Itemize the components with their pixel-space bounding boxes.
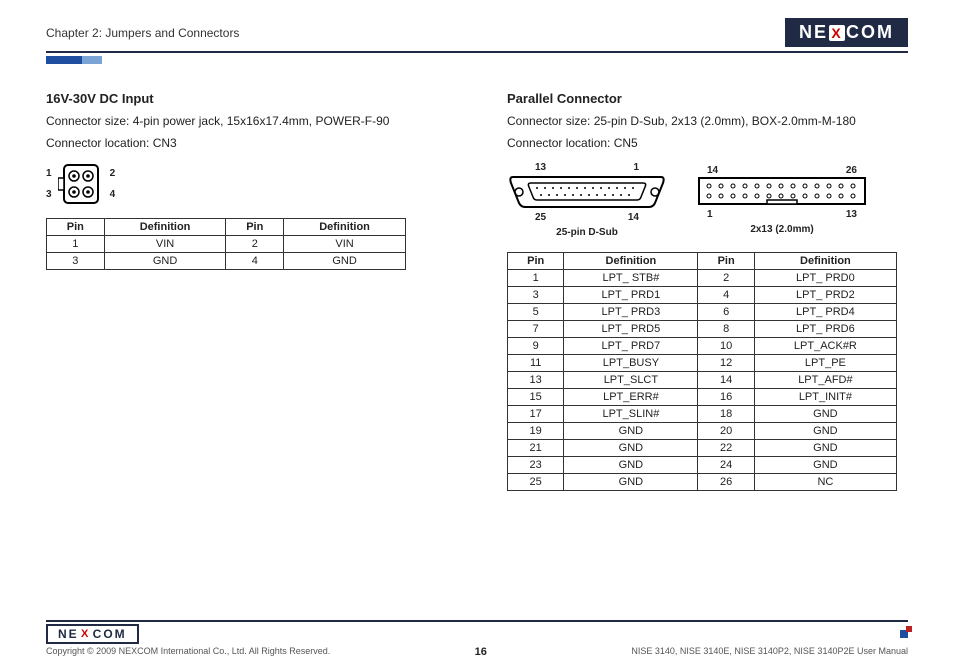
power-pin-label: 4 xyxy=(110,189,116,200)
table-row: 9LPT_ PRD710LPT_ACK#R xyxy=(508,338,897,355)
table-row: 5LPT_ PRD36LPT_ PRD4 xyxy=(508,304,897,321)
th-def: Definition xyxy=(284,219,406,236)
doc-title: NISE 3140, NISE 3140E, NISE 3140P2, NISE… xyxy=(631,646,908,658)
table-row: 1LPT_ STB#2LPT_ PRD0 xyxy=(508,270,897,287)
table-row: 21GND22GND xyxy=(508,440,897,457)
logo-text-left: NE xyxy=(799,22,828,43)
table-row: 1 VIN 2 VIN xyxy=(47,236,406,253)
dc-input-table: Pin Definition Pin Definition 1 VIN 2 VI… xyxy=(46,218,406,270)
dc-input-size: Connector size: 4-pin power jack, 15x16x… xyxy=(46,112,447,130)
dsub-connector-icon xyxy=(507,173,667,209)
table-row: 15LPT_ERR#16LPT_INIT# xyxy=(508,389,897,406)
parallel-location: Connector location: CN5 xyxy=(507,134,908,152)
logo-x-icon: X xyxy=(829,25,845,41)
content-columns: 16V-30V DC Input Connector size: 4-pin p… xyxy=(46,91,908,491)
footer-logo: NE X COM xyxy=(46,624,139,644)
dc-input-title: 16V-30V DC Input xyxy=(46,91,447,106)
header-tab-decoration xyxy=(46,53,126,61)
copyright-text: Copyright © 2009 NEXCOM International Co… xyxy=(46,646,330,658)
table-row: 17LPT_SLIN#18GND xyxy=(508,406,897,423)
th-pin: Pin xyxy=(508,253,564,270)
footer-square-icon xyxy=(900,630,908,638)
table-row: 13LPT_SLCT14LPT_AFD# xyxy=(508,372,897,389)
parallel-title: Parallel Connector xyxy=(507,91,908,106)
power-pin-label: 3 xyxy=(46,189,52,200)
right-column: Parallel Connector Connector size: 25-pi… xyxy=(507,91,908,491)
page-number: 16 xyxy=(475,646,487,658)
table-row: 25GND26NC xyxy=(508,474,897,491)
th-pin: Pin xyxy=(226,219,284,236)
power-jack-figure: 1 3 2 4 xyxy=(46,164,447,204)
parallel-pinout-table: Pin Definition Pin Definition 1LPT_ STB#… xyxy=(507,252,897,491)
table-row: 3 GND 4 GND xyxy=(47,253,406,270)
box-caption: 2x13 (2.0mm) xyxy=(697,224,867,235)
th-def: Definition xyxy=(104,219,226,236)
table-row: 11LPT_BUSY12LPT_PE xyxy=(508,355,897,372)
logo-text-right: COM xyxy=(846,22,894,43)
table-row: 23GND24GND xyxy=(508,457,897,474)
dsub-figure: 13 1 25 14 25-pin D-Sub xyxy=(507,162,667,238)
box-header-icon xyxy=(697,176,867,206)
th-def: Definition xyxy=(754,253,896,270)
power-pin-label: 1 xyxy=(46,168,52,179)
dsub-caption: 25-pin D-Sub xyxy=(507,227,667,238)
box-header-figure: 14 26 1 13 2x13 (2.0mm) xyxy=(697,165,867,235)
table-row: 19GND20GND xyxy=(508,423,897,440)
page-footer: NE X COM Copyright © 2009 NEXCOM Interna… xyxy=(46,620,908,658)
th-def: Definition xyxy=(564,253,698,270)
page-header: Chapter 2: Jumpers and Connectors NE X C… xyxy=(46,18,908,53)
power-pin-label: 2 xyxy=(110,168,116,179)
nexcom-logo: NE X COM xyxy=(785,18,908,47)
table-row: 7LPT_ PRD58LPT_ PRD6 xyxy=(508,321,897,338)
parallel-size: Connector size: 25-pin D-Sub, 2x13 (2.0m… xyxy=(507,112,908,130)
dc-input-location: Connector location: CN3 xyxy=(46,134,447,152)
parallel-connector-figures: 13 1 25 14 25-pin D-Sub xyxy=(507,162,908,238)
th-pin: Pin xyxy=(698,253,754,270)
left-column: 16V-30V DC Input Connector size: 4-pin p… xyxy=(46,91,447,491)
chapter-title: Chapter 2: Jumpers and Connectors xyxy=(46,26,239,40)
table-row: 3LPT_ PRD14LPT_ PRD2 xyxy=(508,287,897,304)
power-jack-icon xyxy=(58,164,104,204)
th-pin: Pin xyxy=(47,219,105,236)
footer-logo-x-icon: X xyxy=(80,628,92,640)
